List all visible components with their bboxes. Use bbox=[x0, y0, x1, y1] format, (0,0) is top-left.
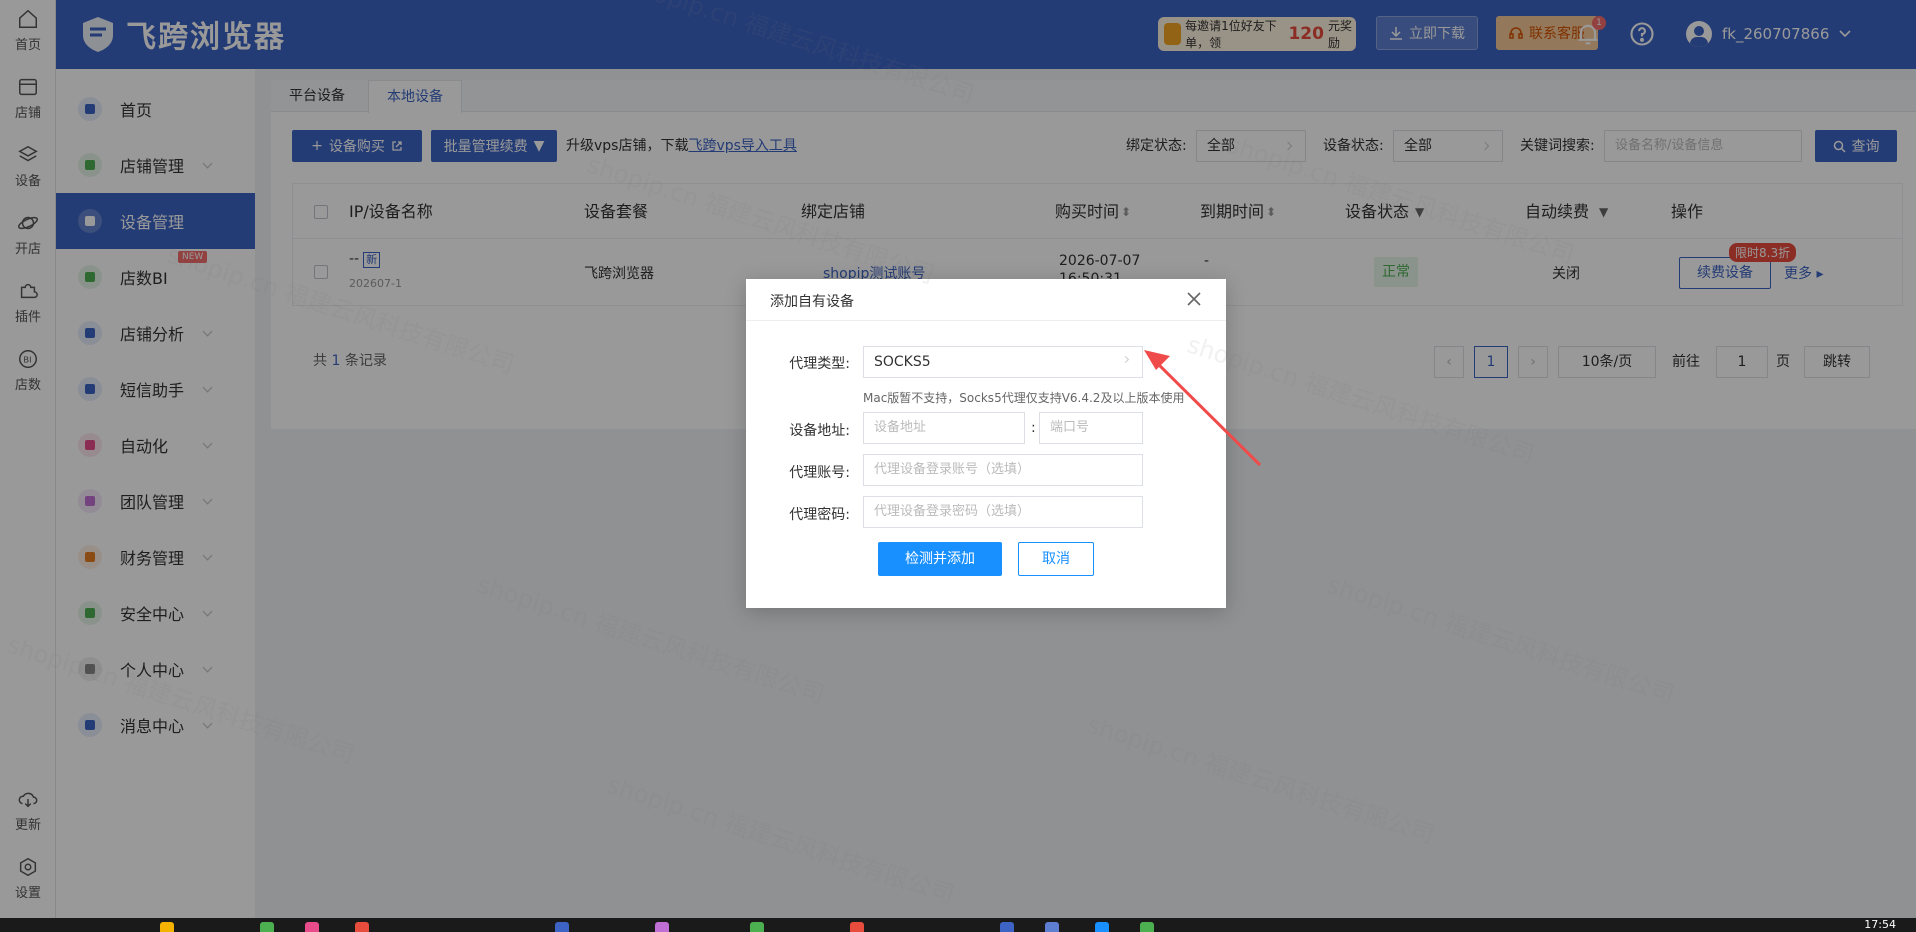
app-icon[interactable] bbox=[260, 922, 274, 932]
proxy-type-label: 代理类型: bbox=[789, 356, 850, 372]
dialog-title: 添加自有设备 bbox=[770, 294, 854, 310]
check-and-add-button[interactable]: 检测并添加 bbox=[878, 542, 1002, 576]
browser-icon[interactable] bbox=[1045, 922, 1059, 932]
device-address-input[interactable]: 设备地址 bbox=[863, 412, 1025, 444]
proxy-password-label: 代理密码: bbox=[789, 507, 850, 523]
cancel-button[interactable]: 取消 bbox=[1018, 542, 1094, 576]
app-icon[interactable] bbox=[1095, 922, 1109, 932]
folder-icon[interactable] bbox=[160, 922, 174, 932]
close-icon[interactable] bbox=[1184, 289, 1204, 309]
app-icon[interactable] bbox=[1140, 922, 1154, 932]
port-input[interactable]: 端口号 bbox=[1039, 412, 1143, 444]
proxy-type-hint: Mac版暂不支持，Socks5代理仅支持V6.4.2及以上版本使用 bbox=[863, 391, 1185, 405]
app-icon[interactable] bbox=[355, 922, 369, 932]
proxy-password-input[interactable]: 代理设备登录密码（选填） bbox=[863, 496, 1143, 528]
proxy-account-input[interactable]: 代理设备登录账号（选填） bbox=[863, 454, 1143, 486]
os-taskbar: 17:54 bbox=[0, 918, 1916, 932]
app-icon[interactable] bbox=[655, 922, 669, 932]
dialog-divider bbox=[746, 320, 1226, 321]
app-icon[interactable] bbox=[1000, 922, 1014, 932]
address-colon: : bbox=[1031, 420, 1036, 436]
taskbar-clock: 17:54 bbox=[1864, 918, 1896, 931]
app-icon[interactable] bbox=[850, 922, 864, 932]
app-icon[interactable] bbox=[750, 922, 764, 932]
app-icon[interactable] bbox=[305, 922, 319, 932]
annotation-arrow-icon bbox=[1144, 350, 1262, 467]
proxy-account-label: 代理账号: bbox=[789, 465, 850, 481]
proxy-type-select[interactable]: SOCKS5 bbox=[863, 346, 1143, 378]
app-icon[interactable] bbox=[555, 922, 569, 932]
device-address-label: 设备地址: bbox=[789, 423, 850, 439]
